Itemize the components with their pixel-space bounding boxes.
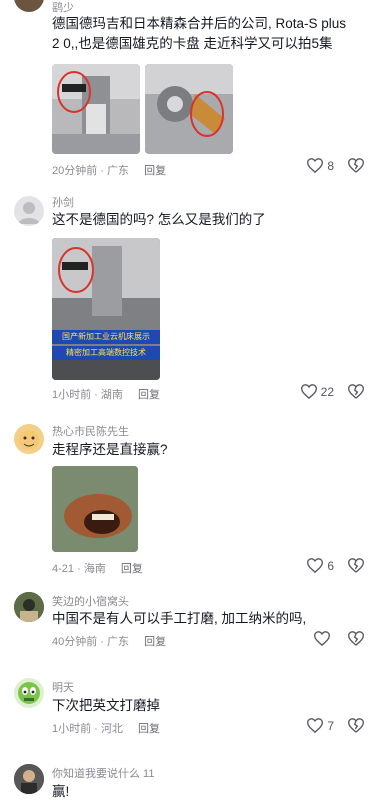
like-count: 7 xyxy=(327,718,334,733)
comment-username[interactable]: 孙剑 xyxy=(52,194,74,210)
comment-username[interactable]: 你知道我要说什么 11 xyxy=(52,765,154,781)
comment-text: 下次把英文打磨掉 xyxy=(52,698,160,713)
comment-meta: 4-21 · 海南 回复 xyxy=(52,563,143,575)
video-photo-icon xyxy=(52,238,160,380)
photo-avatar-icon xyxy=(14,592,44,622)
like-count: 22 xyxy=(320,384,334,399)
like-button[interactable] xyxy=(314,631,334,646)
comment-time: 1小时前 xyxy=(52,389,92,401)
comment-location: 广东 xyxy=(107,636,130,648)
meme-photo-icon xyxy=(52,466,138,552)
reply-button[interactable]: 回复 xyxy=(138,723,160,735)
comment-image-1[interactable] xyxy=(52,64,140,154)
like-button[interactable]: 8 xyxy=(307,158,334,173)
like-count: 6 xyxy=(327,558,334,573)
comment-username[interactable]: 鹞少 xyxy=(52,0,74,15)
comment-meta: 1小时前 · 河北 回复 xyxy=(52,723,160,735)
broken-heart-icon xyxy=(348,384,364,399)
comment-text: 赢! xyxy=(52,784,70,799)
machine-photo-icon xyxy=(52,64,140,154)
comment-item: 笑边的小宿窝头 中国不是有人可以手工打磨, 加工纳米的吗, 40分钟前 · 广东… xyxy=(0,588,376,658)
photo-avatar-icon xyxy=(14,764,44,794)
like-count: 8 xyxy=(327,158,334,173)
broken-heart-icon xyxy=(348,558,364,573)
comment-time: 20分钟前 xyxy=(52,165,98,177)
comment-item: 鹞少 德国德玛吉和日本精森合并后的公司, Rota-S plus 2 0,,也是… xyxy=(0,0,376,185)
comment-image-2[interactable] xyxy=(145,64,233,154)
cartoon-avatar-icon xyxy=(19,430,39,450)
comment-item: 热心市民陈先生 走程序还是直接赢? 4-21 · 海南 回复 6 xyxy=(0,418,376,578)
comment-username[interactable]: 笑边的小宿窝头 xyxy=(52,593,129,609)
avatar[interactable] xyxy=(14,678,44,708)
heart-icon xyxy=(307,558,324,573)
dislike-button[interactable] xyxy=(348,384,364,399)
comment-username[interactable]: 明天 xyxy=(52,679,74,695)
dislike-button[interactable] xyxy=(348,158,364,173)
avatar[interactable] xyxy=(14,424,44,454)
heart-icon xyxy=(314,631,330,646)
comment-location: 海南 xyxy=(83,563,106,575)
broken-heart-icon xyxy=(348,718,364,733)
comment-meta: 20分钟前 · 广东 回复 xyxy=(52,165,167,177)
comment-text-body: 德国德玛吉和日本精森合并后的公司, Rota-S plus 2 0,,也是德国雄… xyxy=(52,16,347,51)
comment-meta: 1小时前 · 湖南 回复 xyxy=(52,389,160,401)
comment-text: 中国不是有人可以手工打磨, 加工纳米的吗, xyxy=(52,611,307,626)
comment-text: 德国德玛吉和日本精森合并后的公司, Rota-S plus 2 0,,也是德国雄… xyxy=(52,14,352,54)
comment-meta: 40分钟前 · 广东 回复 xyxy=(52,636,167,648)
comment-item: 孙剑 这不是德国的吗? 怎么又是我们的了 国产新加工业云机床展示 精密加工高端数… xyxy=(0,190,376,410)
comment-item: 你知道我要说什么 11 赢! xyxy=(0,760,376,800)
broken-heart-icon xyxy=(348,158,364,173)
comment-location: 湖南 xyxy=(100,389,123,401)
heart-icon xyxy=(300,384,317,399)
avatar[interactable] xyxy=(14,592,44,622)
dislike-button[interactable] xyxy=(348,558,364,573)
video-caption-1: 国产新加工业云机床展示 xyxy=(62,332,150,341)
comment-time: 40分钟前 xyxy=(52,636,98,648)
like-button[interactable]: 7 xyxy=(307,718,334,733)
like-button[interactable]: 22 xyxy=(300,384,334,399)
reply-button[interactable]: 回复 xyxy=(144,636,166,648)
heart-icon xyxy=(307,158,324,173)
comment-image-video[interactable]: 国产新加工业云机床展示 精密加工高端数控技术 xyxy=(52,238,160,380)
like-button[interactable]: 6 xyxy=(307,558,334,573)
reply-button[interactable]: 回复 xyxy=(138,389,160,401)
reply-button[interactable]: 回复 xyxy=(144,165,166,177)
default-avatar-icon xyxy=(18,202,40,224)
dislike-button[interactable] xyxy=(348,631,364,646)
video-caption-2: 精密加工高端数控技术 xyxy=(66,348,146,357)
reply-button[interactable]: 回复 xyxy=(121,563,143,575)
comment-text: 走程序还是直接赢? xyxy=(52,442,168,457)
comment-location: 河北 xyxy=(100,723,123,735)
comment-image-meme[interactable] xyxy=(52,466,138,552)
dislike-button[interactable] xyxy=(348,718,364,733)
comment-time: 4-21 xyxy=(52,563,75,575)
avatar[interactable] xyxy=(14,764,44,794)
comment-username[interactable]: 热心市民陈先生 xyxy=(52,423,129,439)
heart-icon xyxy=(307,718,324,733)
comment-item: 明天 下次把英文打磨掉 1小时前 · 河北 回复 7 xyxy=(0,674,376,744)
cartoon-avatar-icon xyxy=(18,682,40,704)
avatar[interactable] xyxy=(14,0,44,12)
comment-text: 这不是德国的吗? 怎么又是我们的了 xyxy=(52,212,266,227)
comment-location: 广东 xyxy=(107,165,130,177)
broken-heart-icon xyxy=(348,631,364,646)
machine-photo-icon xyxy=(145,64,233,154)
avatar[interactable] xyxy=(14,196,44,226)
comment-time: 1小时前 xyxy=(52,723,92,735)
